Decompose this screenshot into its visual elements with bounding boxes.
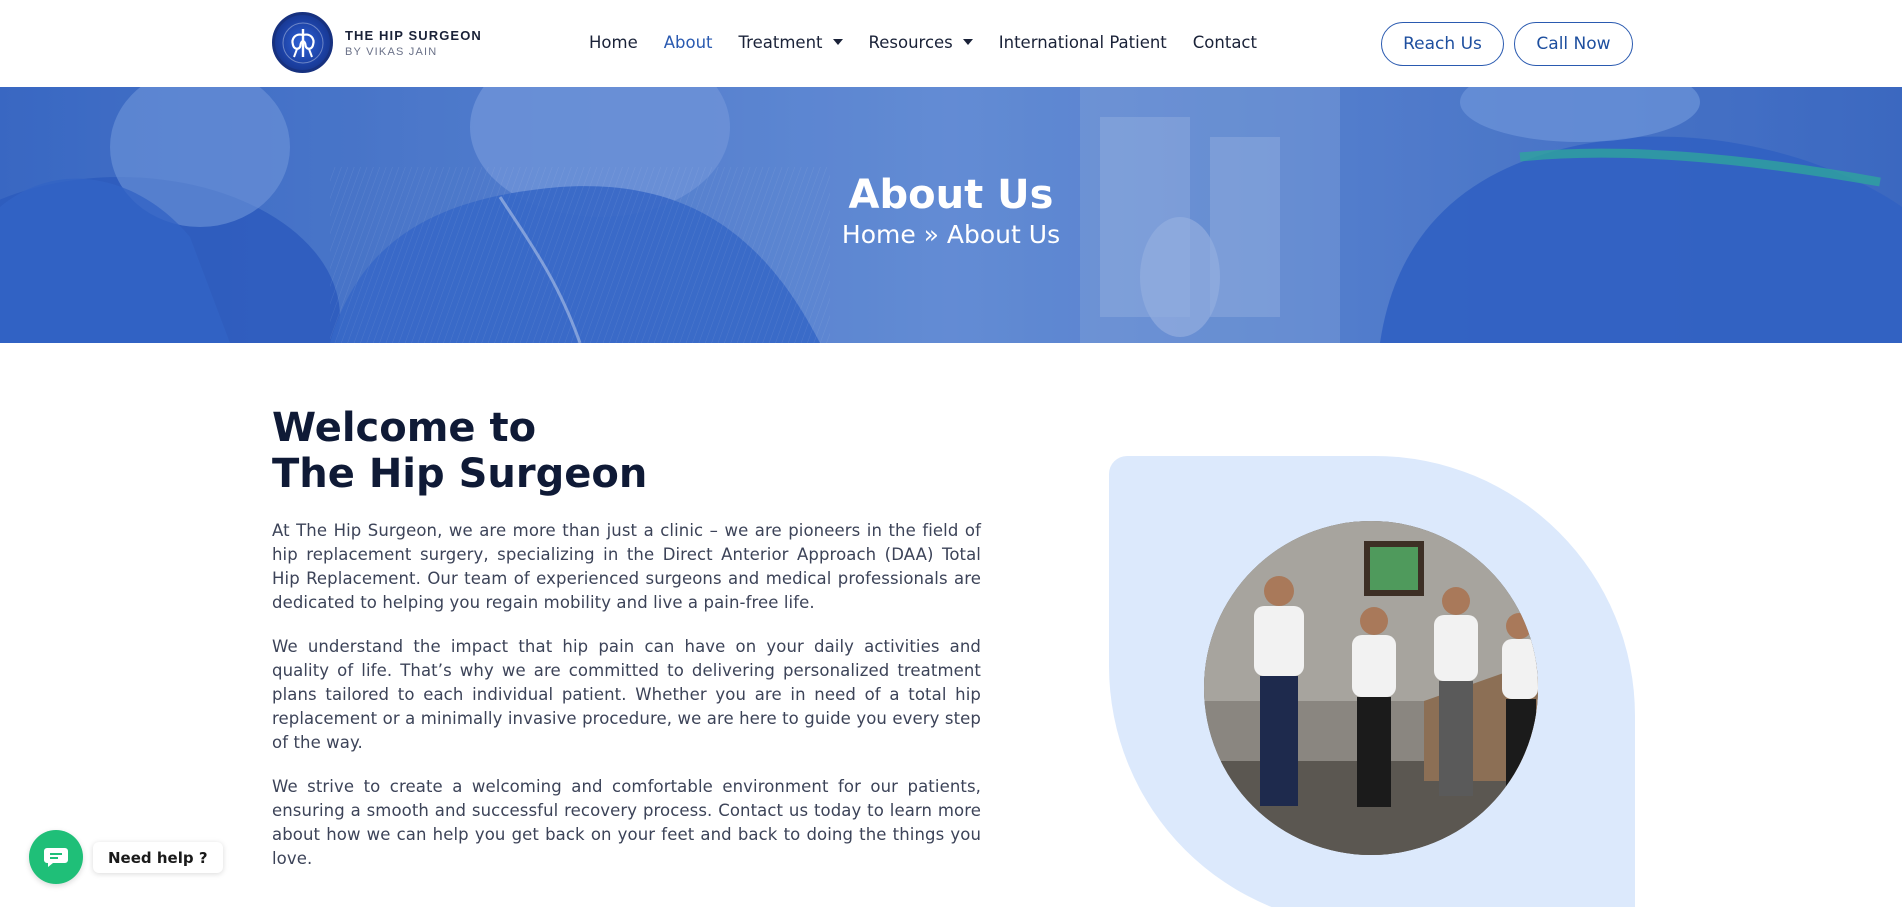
nav-item-international-patient[interactable]: International Patient xyxy=(999,33,1167,52)
nav-item-treatment[interactable]: Treatment xyxy=(739,33,843,52)
welcome-heading-line2: The Hip Surgeon xyxy=(272,451,648,497)
hero-banner: About Us Home » About Us xyxy=(0,87,1902,343)
site-header: THE HIP SURGEON BY VIKAS JAIN Home About… xyxy=(0,0,1902,87)
chat-icon xyxy=(44,848,68,867)
welcome-paragraph: At The Hip Surgeon, we are more than jus… xyxy=(272,521,981,612)
site-logo[interactable]: THE HIP SURGEON BY VIKAS JAIN xyxy=(272,12,482,73)
welcome-heading: Welcome to The Hip Surgeon xyxy=(272,405,647,497)
nav-item-label: Resources xyxy=(868,32,953,52)
nav-item-about[interactable]: About xyxy=(664,33,713,52)
reach-us-button[interactable]: Reach Us xyxy=(1381,22,1504,66)
caret-down-icon xyxy=(962,39,973,45)
logo-title: THE HIP SURGEON xyxy=(345,27,482,43)
team-photo xyxy=(1204,521,1538,855)
nav-item-label: International Patient xyxy=(998,32,1167,52)
nav-item-label: Contact xyxy=(1192,32,1257,52)
caret-down-icon xyxy=(832,39,843,45)
breadcrumb: Home » About Us xyxy=(841,220,1061,249)
nav-item-home[interactable]: Home xyxy=(589,33,638,52)
nav-item-label: Treatment xyxy=(738,32,823,52)
welcome-paragraph: We understand the impact that hip pain c… xyxy=(272,637,981,752)
nav-item-label: About xyxy=(663,32,713,52)
need-help-label[interactable]: Need help ? xyxy=(93,842,223,873)
chat-help-button[interactable] xyxy=(29,830,83,884)
logo-subtitle: BY VIKAS JAIN xyxy=(345,45,438,58)
nav-item-resources[interactable]: Resources xyxy=(869,33,973,52)
call-now-button[interactable]: Call Now xyxy=(1514,22,1633,66)
main-nav: Home About Treatment Resources Internati… xyxy=(589,0,1283,84)
hip-logo-icon xyxy=(272,12,333,73)
page-title: About Us xyxy=(848,172,1054,218)
welcome-heading-line1: Welcome to xyxy=(272,405,537,451)
welcome-paragraph: We strive to create a welcoming and comf… xyxy=(272,777,981,868)
nav-item-contact[interactable]: Contact xyxy=(1193,33,1257,52)
nav-item-label: Home xyxy=(589,32,638,52)
